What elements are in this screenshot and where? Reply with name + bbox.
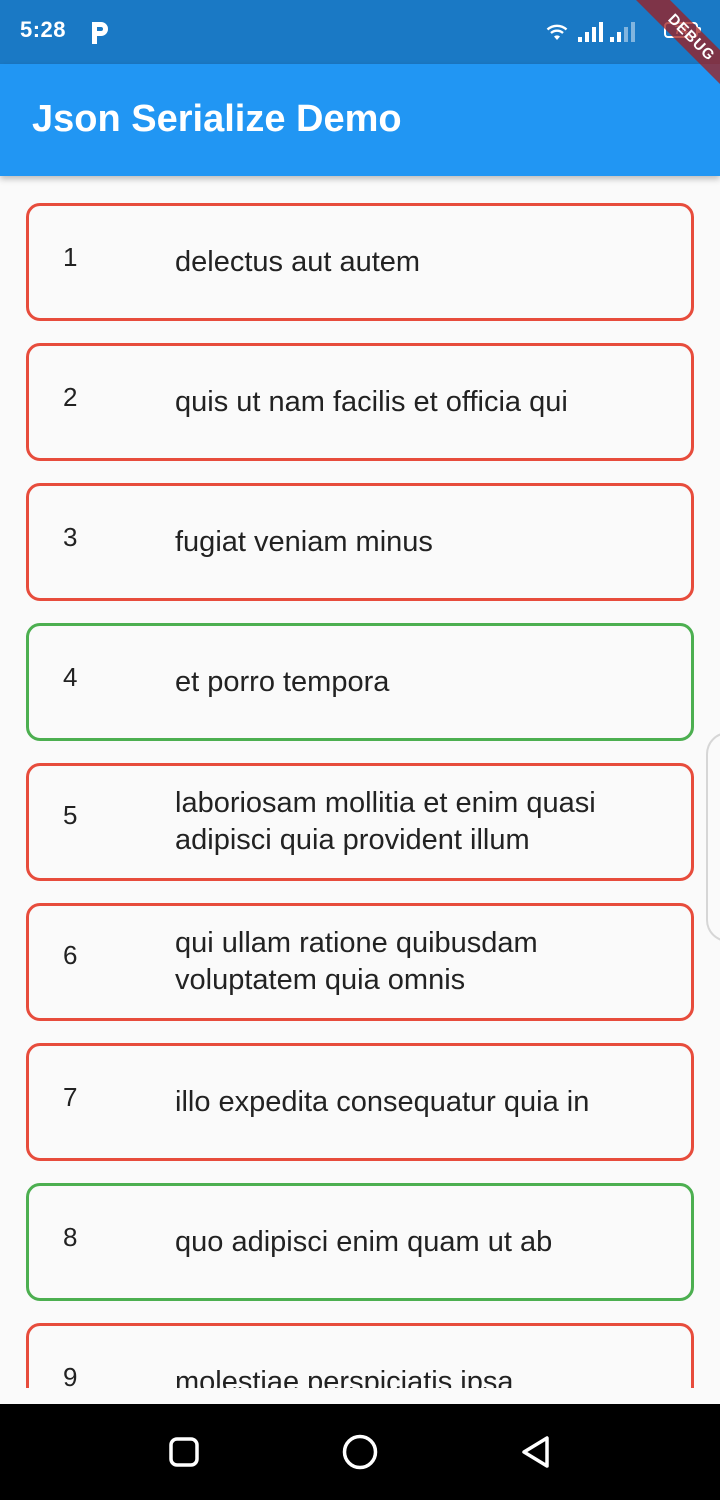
status-time: 5:28 [20,17,67,42]
todo-card[interactable]: 8 quo adipisci enim quam ut ab [26,1183,694,1301]
todo-title: quo adipisci enim quam ut ab [175,1225,553,1258]
todo-title: delectus aut autem [175,245,421,278]
todo-card[interactable]: 3 fugiat veniam minus [26,483,694,601]
todo-card[interactable]: 6 qui ullam ratione quibusdam voluptatem… [26,903,694,1021]
todo-id: 3 [63,522,78,552]
page-title: Json Serialize Demo [32,98,402,140]
todo-list[interactable]: 1 delectus aut autem 2 quis ut nam facil… [0,176,720,1388]
todo-title: laboriosam mollitia et enim quasi adipis… [175,787,596,856]
wifi-icon [546,24,568,40]
p-icon [92,22,108,44]
back-icon[interactable] [516,1432,556,1472]
todo-card[interactable]: 5 laboriosam mollitia et enim quasi adip… [26,763,694,881]
app-bar: Json Serialize Demo [0,64,720,176]
todo-card[interactable]: 4 et porro tempora [26,623,694,741]
todo-id: 8 [63,1222,78,1252]
todo-id: 9 [63,1362,78,1388]
recents-icon[interactable] [164,1432,204,1472]
todo-id: 2 [63,382,78,412]
todo-id: 1 [63,242,78,272]
todo-id: 4 [63,662,78,692]
home-icon[interactable] [340,1432,380,1472]
todo-title: illo expedita consequatur quia in [175,1085,590,1118]
todo-id: 6 [63,940,78,970]
todo-title: molestiae perspiciatis ipsa [175,1365,514,1389]
todo-card[interactable]: 7 illo expedita consequatur quia in [26,1043,694,1161]
status-bar: 5:28 74 [0,0,720,64]
edge-panel-handle[interactable] [706,732,720,942]
todo-title: quis ut nam facilis et officia qui [175,385,568,418]
todo-title: fugiat veniam minus [175,525,433,558]
todo-title: qui ullam ratione quibusdam voluptatem q… [175,927,538,996]
todo-card[interactable]: 2 quis ut nam facilis et officia qui [26,343,694,461]
signal-icon-secondary [610,22,635,42]
todo-id: 5 [63,800,78,830]
signal-icon [578,22,603,42]
todo-card[interactable]: 9 molestiae perspiciatis ipsa [26,1323,694,1388]
todo-id: 7 [63,1082,78,1112]
todo-card[interactable]: 1 delectus aut autem [26,203,694,321]
todo-title: et porro tempora [175,665,390,698]
navigation-bar [0,1404,720,1500]
